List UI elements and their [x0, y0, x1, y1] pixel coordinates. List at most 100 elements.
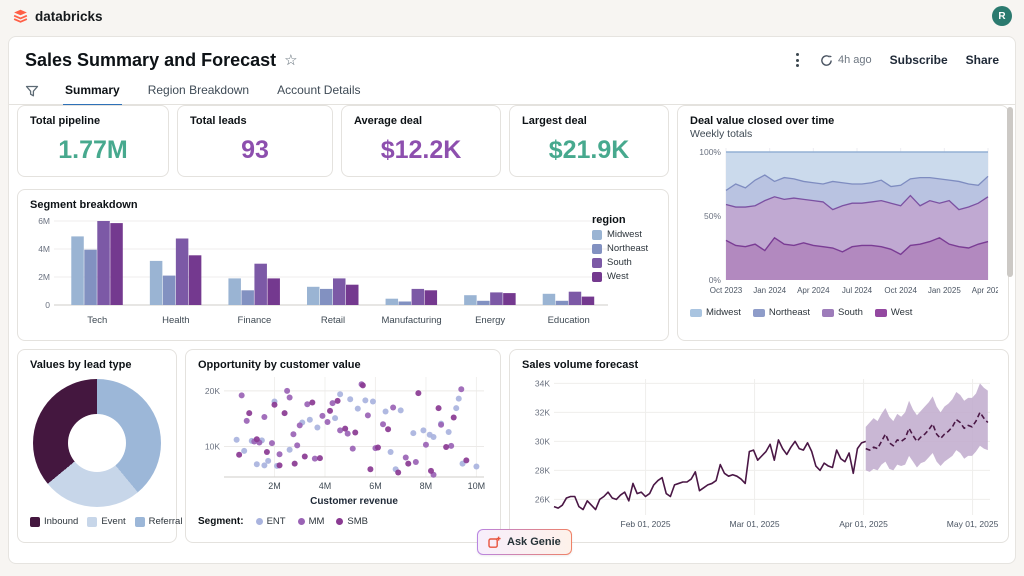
- svg-text:Energy: Energy: [475, 315, 505, 326]
- share-button[interactable]: Share: [966, 53, 999, 67]
- last-updated: 4h ago: [838, 54, 872, 66]
- tab-bar: Summary Region Breakdown Account Details: [9, 78, 1015, 105]
- favorite-star-icon[interactable]: ☆: [284, 53, 297, 68]
- more-options-button[interactable]: [793, 50, 802, 70]
- genie-icon: [488, 536, 501, 549]
- svg-text:20K: 20K: [205, 386, 220, 396]
- legend-item: Referral: [135, 516, 183, 527]
- svg-text:32K: 32K: [535, 407, 550, 417]
- refresh-icon: [820, 54, 833, 67]
- svg-text:4M: 4M: [38, 244, 50, 254]
- legend-item: Northeast: [753, 307, 810, 318]
- kpi-value: 1.77M: [30, 136, 156, 165]
- svg-text:Oct 2023: Oct 2023: [710, 286, 743, 295]
- tab-account-details[interactable]: Account Details: [275, 78, 362, 104]
- kpi-card-largest-deal: Largest deal $21.9K: [509, 105, 669, 177]
- svg-text:Education: Education: [548, 315, 590, 326]
- svg-text:Apr 2024: Apr 2024: [797, 286, 830, 295]
- chart-title: Deal value closed over time: [690, 115, 996, 127]
- legend-item: West: [592, 271, 658, 282]
- svg-text:Health: Health: [162, 315, 189, 326]
- lead-type-donut-chart: [33, 379, 161, 507]
- scrollbar-thumb[interactable]: [1007, 107, 1013, 277]
- tab-region-breakdown[interactable]: Region Breakdown: [146, 78, 251, 104]
- svg-text:Oct 2024: Oct 2024: [884, 286, 917, 295]
- kpi-label: Average deal: [354, 115, 488, 127]
- databricks-logo-icon: [12, 8, 29, 25]
- dashboard-header: Sales Summary and Forecast ☆ 4h ago Subs…: [25, 46, 999, 74]
- opportunity-scatter-chart: 2M 4M 6M 8M 10M 20K 10K Customer revenue: [198, 371, 490, 509]
- legend-item: Event: [87, 516, 125, 527]
- legend-item: Northeast: [592, 243, 658, 254]
- svg-text:Mar 01, 2025: Mar 01, 2025: [730, 519, 780, 529]
- legend-item: Midwest: [592, 229, 658, 240]
- svg-text:Jan 2024: Jan 2024: [753, 286, 786, 295]
- svg-text:May 01, 2025: May 01, 2025: [947, 519, 998, 529]
- legend-item: Midwest: [690, 307, 741, 318]
- svg-text:2M: 2M: [268, 481, 281, 491]
- scatter-legend: Segment: ENTMMSMB: [198, 516, 488, 527]
- dashboard-panel: Sales Summary and Forecast ☆ 4h ago Subs…: [8, 36, 1016, 564]
- svg-text:Feb 01, 2025: Feb 01, 2025: [621, 519, 671, 529]
- svg-text:0%: 0%: [709, 275, 722, 285]
- svg-text:50%: 50%: [704, 211, 721, 221]
- filter-funnel-icon: [25, 85, 39, 98]
- svg-text:Manufacturing: Manufacturing: [381, 315, 441, 326]
- chart-title: Sales volume forecast: [522, 359, 996, 371]
- legend-title: region: [592, 214, 658, 226]
- databricks-logo[interactable]: databricks: [12, 8, 103, 25]
- legend-item: ENT: [256, 516, 286, 527]
- svg-text:Customer revenue: Customer revenue: [310, 496, 398, 507]
- kpi-card-total-pipeline: Total pipeline 1.77M: [17, 105, 169, 177]
- svg-text:30K: 30K: [535, 436, 550, 446]
- legend-title: Segment:: [198, 516, 244, 527]
- subscribe-button[interactable]: Subscribe: [890, 53, 948, 67]
- svg-text:4M: 4M: [319, 481, 332, 491]
- kpi-card-total-leads: Total leads 93: [177, 105, 333, 177]
- genie-label: Ask Genie: [507, 536, 561, 548]
- legend-item: West: [875, 307, 912, 318]
- svg-text:0: 0: [45, 300, 50, 310]
- brand-name: databricks: [35, 9, 103, 24]
- tab-summary[interactable]: Summary: [63, 78, 122, 106]
- donut-legend: InboundEventReferral: [30, 516, 164, 527]
- segment-breakdown-bar-chart: 6M4M2M0TechHealthFinanceRetailManufactur…: [30, 211, 658, 331]
- chart-title: Values by lead type: [30, 359, 164, 371]
- donut-hole: [68, 414, 126, 472]
- chart-card-sales-forecast: Sales volume forecast 34K32K30K28K26KFeb…: [509, 349, 1009, 543]
- svg-text:Apr 2025: Apr 2025: [972, 286, 998, 295]
- svg-text:Jul 2024: Jul 2024: [842, 286, 873, 295]
- kpi-value: $12.2K: [354, 136, 488, 165]
- kpi-label: Total leads: [190, 115, 320, 127]
- kpi-label: Total pipeline: [30, 115, 156, 127]
- chart-subtitle: Weekly totals: [690, 128, 996, 140]
- bar-chart-legend: region MidwestNortheastSouthWest: [592, 214, 658, 285]
- kpi-value: 93: [190, 136, 320, 165]
- kpi-value: $21.9K: [522, 136, 656, 165]
- user-avatar[interactable]: R: [992, 6, 1012, 26]
- svg-text:100%: 100%: [699, 147, 721, 157]
- svg-text:10M: 10M: [468, 481, 486, 491]
- svg-text:Jan 2025: Jan 2025: [928, 286, 961, 295]
- legend-item: Inbound: [30, 516, 78, 527]
- ask-genie-button[interactable]: Ask Genie: [477, 529, 572, 555]
- chart-card-lead-type: Values by lead type InboundEventReferral: [17, 349, 177, 543]
- kpi-label: Largest deal: [522, 115, 656, 127]
- legend-item: South: [822, 307, 863, 318]
- svg-text:Finance: Finance: [238, 315, 272, 326]
- svg-text:10K: 10K: [205, 441, 220, 451]
- svg-text:6M: 6M: [369, 481, 382, 491]
- deal-value-area-chart: 100% 50% 0%Oct 2023 Jan 2024 Apr 2024 Jul 202…: [690, 140, 998, 300]
- svg-text:Retail: Retail: [321, 315, 345, 326]
- area-chart-legend: Midwest Northeast South West: [690, 307, 996, 318]
- svg-text:Tech: Tech: [87, 315, 107, 326]
- chart-card-deal-value: Deal value closed over time Weekly total…: [677, 105, 1009, 341]
- chart-card-opportunity: Opportunity by customer value 2M4M6M8M10…: [185, 349, 501, 543]
- svg-text:6M: 6M: [38, 216, 50, 226]
- svg-text:34K: 34K: [535, 378, 550, 388]
- chart-card-segment-breakdown: Segment breakdown 6M4M2M0TechHealthFinan…: [17, 189, 669, 341]
- topbar: databricks R: [0, 0, 1024, 32]
- svg-text:8M: 8M: [420, 481, 433, 491]
- filter-button[interactable]: [25, 85, 39, 98]
- refresh-button[interactable]: 4h ago: [820, 54, 872, 67]
